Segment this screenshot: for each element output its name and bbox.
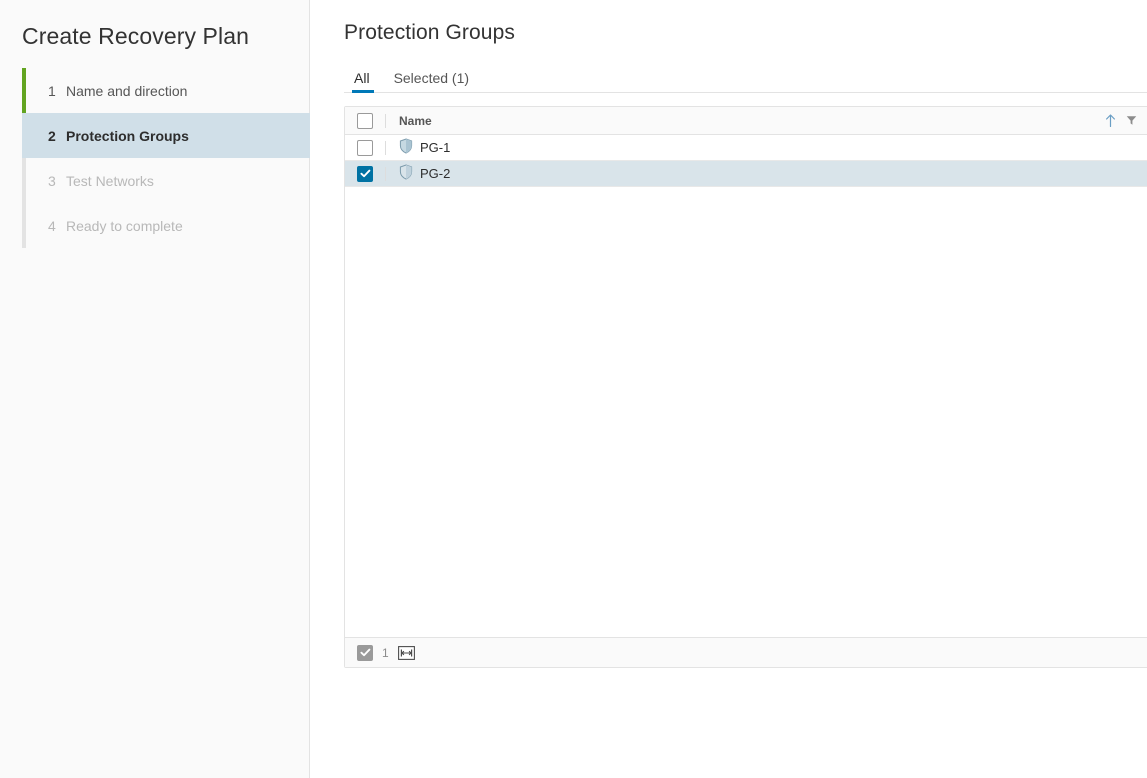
step-label: Name and direction: [66, 82, 188, 99]
wizard-step-list: 1 Name and direction 2 Protection Groups…: [0, 68, 310, 248]
datagrid-footer: 1 Items per page AUTO: [345, 637, 1147, 667]
wizard-content: Protection Groups All Selected (1) Name: [310, 0, 1147, 778]
row-name-cell: PG-2: [386, 161, 1147, 186]
select-all-checkbox[interactable]: [357, 112, 373, 129]
row-checkbox-cell: [345, 165, 385, 182]
footer-selection-info: 1: [357, 644, 415, 661]
sidebar-step-ready-to-complete: 4 Ready to complete: [22, 203, 309, 248]
datagrid-body: PG-1 PG-2: [345, 135, 1147, 637]
step-progress-bar: [22, 68, 26, 113]
row-checkbox-cell: [345, 139, 385, 156]
fit-columns-icon[interactable]: [397, 645, 415, 660]
protection-groups-datagrid: Name PG-1 PG-2 1: [344, 106, 1147, 668]
column-header-name[interactable]: Name: [386, 107, 1147, 134]
wizard-sidebar: Create Recovery Plan 1 Name and directio…: [0, 0, 310, 778]
row-checkbox[interactable]: [357, 139, 373, 156]
step-label: Test Networks: [66, 172, 154, 189]
step-number: 1: [48, 82, 56, 99]
wizard-title: Create Recovery Plan: [22, 23, 249, 49]
step-label: Protection Groups: [66, 127, 189, 144]
datagrid-header-row: Name: [345, 107, 1147, 135]
table-row[interactable]: PG-1: [345, 135, 1147, 161]
column-header-name-label: Name: [399, 113, 432, 128]
page-title: Protection Groups: [344, 21, 515, 44]
footer-selected-checkbox[interactable]: [357, 644, 373, 661]
tab-all[interactable]: All: [344, 70, 382, 93]
shield-icon: [399, 138, 413, 157]
column-name-icons: [1105, 114, 1147, 127]
row-name-cell: PG-1: [386, 135, 1147, 160]
step-number: 2: [48, 127, 56, 144]
create-recovery-plan-wizard: Create Recovery Plan 1 Name and directio…: [0, 0, 1147, 778]
sort-ascending-arrow-icon[interactable]: [1105, 114, 1116, 127]
shield-icon: [399, 164, 413, 183]
sidebar-step-protection-groups[interactable]: 2 Protection Groups: [22, 113, 310, 158]
tab-selected[interactable]: Selected (1): [382, 70, 481, 92]
filter-funnel-icon-name[interactable]: [1126, 115, 1137, 126]
step-number: 3: [48, 172, 56, 189]
footer-selected-count: 1: [382, 645, 389, 660]
row-checkbox[interactable]: [357, 165, 373, 182]
sidebar-step-test-networks: 3 Test Networks: [22, 158, 309, 203]
sidebar-step-name-and-direction[interactable]: 1 Name and direction: [22, 68, 309, 113]
tab-bar: All Selected (1): [344, 67, 1147, 93]
table-row[interactable]: PG-2: [345, 161, 1147, 187]
step-label: Ready to complete: [66, 217, 183, 234]
select-all-cell: [345, 112, 385, 129]
row-name-text: PG-2: [420, 166, 451, 181]
row-name-text: PG-1: [420, 140, 451, 155]
step-number: 4: [48, 217, 56, 234]
